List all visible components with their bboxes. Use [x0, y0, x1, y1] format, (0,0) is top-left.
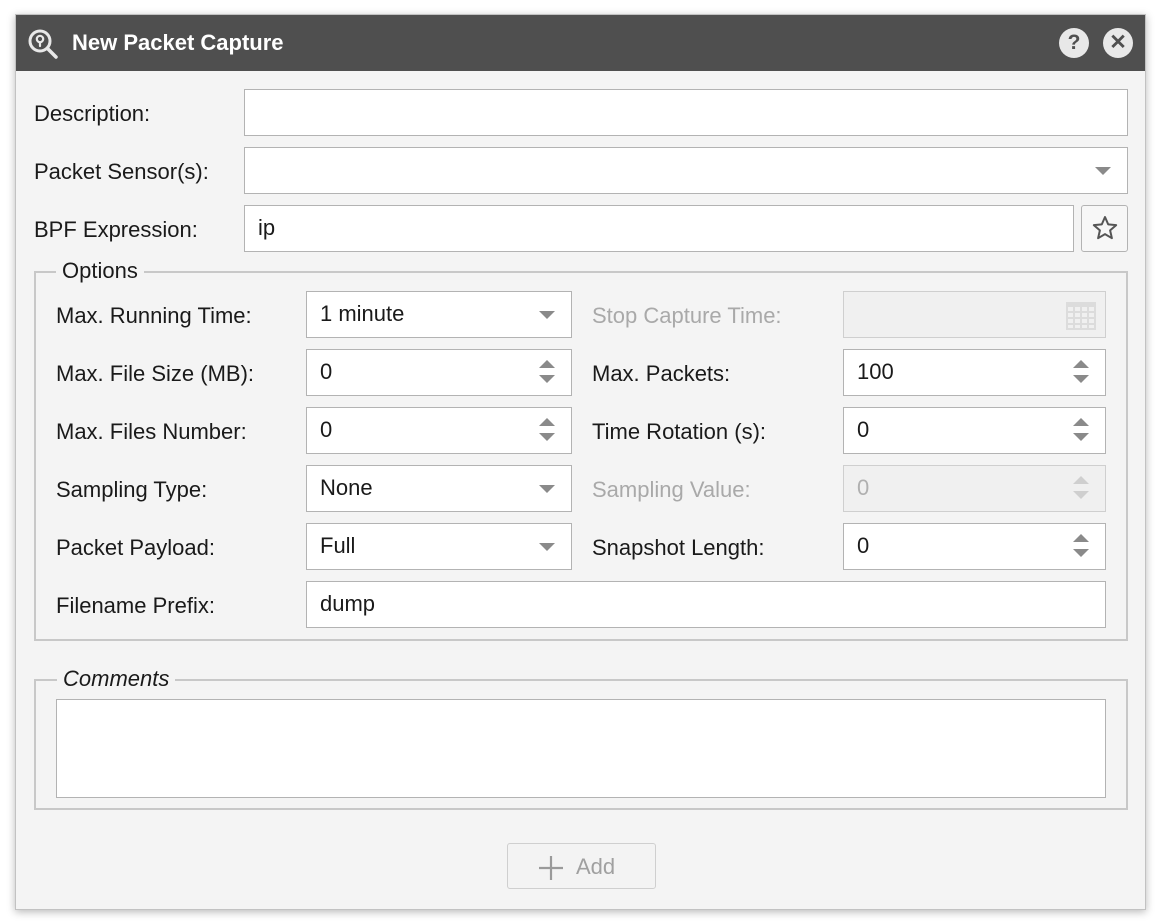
snapshot-length-value: 0: [857, 533, 870, 558]
comments-legend: Comments: [57, 666, 176, 692]
max-files-number-value: 0: [320, 417, 333, 442]
max-running-time-label: Max. Running Time:: [56, 303, 252, 328]
description-input[interactable]: [244, 89, 1128, 136]
spinner-arrows-icon: [1071, 476, 1091, 502]
sampling-value-stepper[interactable]: 0: [843, 465, 1106, 512]
sampling-value-label: Sampling Value:: [592, 477, 751, 502]
dialog-titlebar[interactable]: New Packet Capture ? ✕: [16, 15, 1145, 71]
packet-payload-select[interactable]: Full: [306, 523, 572, 570]
spinner-arrows-icon[interactable]: [1071, 360, 1091, 386]
max-file-size-stepper[interactable]: 0: [306, 349, 572, 396]
help-icon[interactable]: ?: [1059, 28, 1089, 58]
capture-search-icon: [28, 29, 58, 59]
plus-icon: [539, 856, 563, 880]
max-files-number-stepper[interactable]: 0: [306, 407, 572, 454]
stop-capture-time-label: Stop Capture Time:: [592, 303, 782, 328]
packet-sensors-select[interactable]: [244, 147, 1128, 194]
snapshot-length-label: Snapshot Length:: [592, 535, 765, 560]
sampling-value-value: 0: [857, 475, 870, 500]
chevron-down-icon: [539, 485, 555, 493]
max-files-number-label: Max. Files Number:: [56, 419, 247, 444]
calendar-icon: [1066, 302, 1096, 330]
max-packets-stepper[interactable]: 100: [843, 349, 1106, 396]
max-file-size-value: 0: [320, 359, 333, 384]
spinner-arrows-icon[interactable]: [1071, 418, 1091, 444]
filename-prefix-value: dump: [320, 591, 376, 616]
spinner-arrows-icon[interactable]: [1071, 534, 1091, 560]
snapshot-length-stepper[interactable]: 0: [843, 523, 1106, 570]
max-packets-value: 100: [857, 359, 894, 384]
filename-prefix-input[interactable]: dump: [306, 581, 1106, 628]
max-running-time-select[interactable]: 1 minute: [306, 291, 572, 338]
favorite-bpf-button[interactable]: [1081, 205, 1128, 252]
packet-payload-value: Full: [320, 533, 356, 558]
new-packet-capture-dialog: New Packet Capture ? ✕ Description: Pack…: [15, 14, 1146, 910]
close-icon[interactable]: ✕: [1103, 28, 1133, 58]
max-running-time-value: 1 minute: [320, 301, 405, 326]
max-packets-label: Max. Packets:: [592, 361, 731, 386]
chevron-down-icon: [1095, 167, 1111, 175]
options-legend: Options: [56, 258, 144, 284]
spinner-arrows-icon[interactable]: [537, 360, 557, 386]
filename-prefix-label: Filename Prefix:: [56, 593, 215, 618]
comments-textarea[interactable]: [56, 699, 1106, 798]
bpf-expression-value: ip: [258, 215, 276, 240]
time-rotation-value: 0: [857, 417, 870, 442]
time-rotation-label: Time Rotation (s):: [592, 419, 767, 444]
max-file-size-label: Max. File Size (MB):: [56, 361, 255, 386]
chevron-down-icon: [539, 311, 555, 319]
bpf-expression-label: BPF Expression:: [34, 217, 198, 242]
dialog-title: New Packet Capture: [72, 30, 284, 55]
sampling-type-select[interactable]: None: [306, 465, 572, 512]
chevron-down-icon: [539, 543, 555, 551]
sampling-type-label: Sampling Type:: [56, 477, 208, 502]
spinner-arrows-icon[interactable]: [537, 418, 557, 444]
bpf-expression-input[interactable]: ip: [244, 205, 1074, 252]
packet-payload-label: Packet Payload:: [56, 535, 215, 560]
add-button[interactable]: Add: [507, 843, 656, 889]
add-button-label: Add: [576, 854, 616, 879]
sampling-type-value: None: [320, 475, 373, 500]
packet-sensors-label: Packet Sensor(s):: [34, 159, 209, 184]
stop-capture-time-input[interactable]: [843, 291, 1106, 338]
star-icon: [1092, 216, 1118, 240]
time-rotation-stepper[interactable]: 0: [843, 407, 1106, 454]
description-label: Description:: [34, 101, 151, 126]
